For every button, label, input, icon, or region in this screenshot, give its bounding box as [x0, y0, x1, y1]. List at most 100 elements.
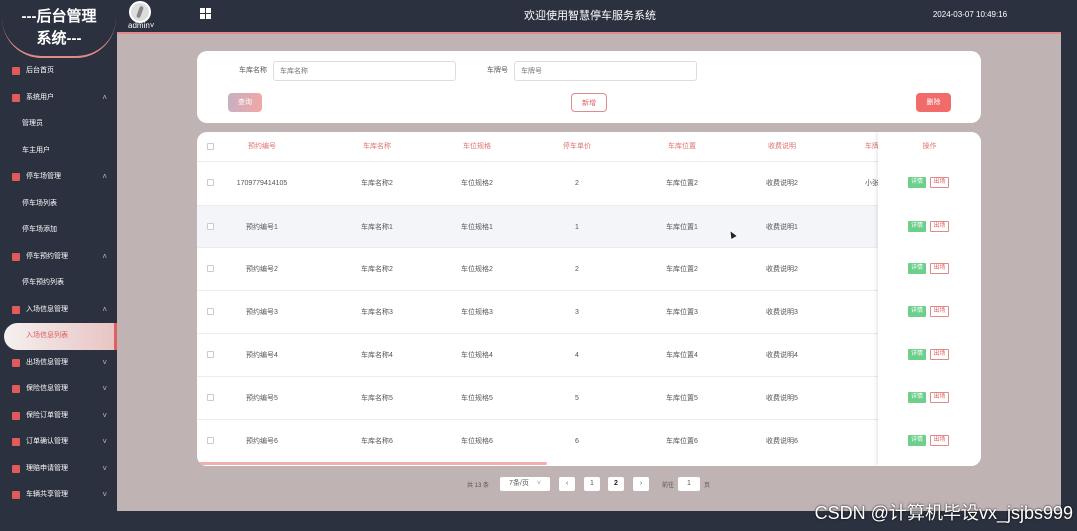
page-1-button[interactable]: 1: [584, 477, 600, 491]
sidebar-item-5[interactable]: 停车场列表: [0, 191, 117, 218]
add-button[interactable]: 新增: [571, 93, 607, 112]
exit-button[interactable]: 出场: [930, 435, 949, 446]
exit-button[interactable]: 出场: [930, 349, 949, 360]
exit-button[interactable]: 出场: [930, 306, 949, 317]
table-cell: 车位规格6: [461, 438, 493, 445]
table-cell: 车位规格2: [461, 180, 493, 187]
table-cell: 收费说明2: [766, 180, 798, 187]
chevron-up-icon: ˄: [102, 172, 107, 181]
next-page-button[interactable]: ›: [633, 477, 649, 491]
exit-button[interactable]: 出场: [930, 221, 949, 232]
sidebar-item-1[interactable]: 系统用户 ˄: [0, 85, 117, 112]
sidebar-item-12[interactable]: 保险信息管理 ˅: [0, 376, 117, 403]
row-checkbox[interactable]: [207, 351, 214, 358]
sidebar-item-label: 停车场管理: [26, 173, 61, 180]
row-checkbox[interactable]: [207, 265, 214, 272]
goto-prefix: 前往: [662, 483, 675, 489]
table-row[interactable]: 预约编号6 车库名称6 车位规格6 6 车库位置6 收费说明6: [197, 419, 981, 462]
table-cell: 预约编号1: [246, 224, 278, 231]
sidebar-item-2[interactable]: 管理员: [0, 111, 117, 138]
sidebar-item-15[interactable]: 理赔申请管理 ˅: [0, 456, 117, 483]
row-actions: 详情 出场: [908, 221, 958, 233]
row-checkbox[interactable]: [207, 437, 214, 444]
detail-button[interactable]: 详情: [908, 263, 926, 274]
garage-name-label: 车库名称: [239, 67, 267, 74]
page-size-value: 7条/页: [509, 480, 529, 487]
garage-name-input[interactable]: [273, 61, 456, 81]
prev-page-button[interactable]: ‹: [559, 477, 575, 491]
goto-page-input[interactable]: 1: [678, 477, 700, 491]
table-cell: 车位规格1: [461, 224, 493, 231]
row-actions: 详情 出场: [908, 349, 958, 361]
sidebar-item-16[interactable]: 车辆共享管理 ˅: [0, 482, 117, 509]
operation-column: 操作 详情 出场 详情 出场 详情 出场 详情 出场 详情 出场 详情 出场 详情 出场: [878, 132, 981, 466]
table-cell: 收费说明4: [766, 352, 798, 359]
table-row[interactable]: 预约编号1 车库名称1 车位规格1 1 车库位置1 收费说明1: [197, 205, 981, 248]
sidebar-item-7[interactable]: 停车预约管理 ˄: [0, 244, 117, 271]
sidebar-item-8[interactable]: 停车预约列表: [0, 270, 117, 297]
logo: ---后台管理 系统---: [2, 0, 116, 58]
detail-button[interactable]: 详情: [908, 221, 926, 232]
user-menu[interactable]: admin˅: [128, 21, 154, 30]
table-row[interactable]: 预约编号3 车库名称3 车位规格3 3 车库位置3 收费说明3: [197, 290, 981, 333]
detail-button[interactable]: 详情: [908, 306, 926, 317]
row-checkbox[interactable]: [207, 179, 214, 186]
table-row[interactable]: 预约编号5 车库名称5 车位规格5 5 车库位置5 收费说明5: [197, 376, 981, 419]
sidebar-item-14[interactable]: 订单确认管理 ˅: [0, 429, 117, 456]
exit-button[interactable]: 出场: [930, 263, 949, 274]
page-2-button[interactable]: 2: [608, 477, 624, 491]
sidebar-item-label: 停车场列表: [22, 199, 57, 207]
detail-button[interactable]: 详情: [908, 435, 926, 446]
grid-menu-icon[interactable]: [200, 8, 211, 19]
table-cell: 车库位置2: [666, 266, 698, 273]
main-content: 车库名称 车牌号 查询 新增 删除 预约编号车库名称车位规格停车单价车库位置收费…: [117, 32, 1061, 511]
table-row[interactable]: 预约编号4 车库名称4 车位规格4 4 车库位置4 收费说明4: [197, 333, 981, 376]
row-checkbox[interactable]: [207, 394, 214, 401]
row-actions: 详情 出场: [908, 306, 958, 318]
checkbox-menu-icon: [12, 411, 20, 420]
top-bar: admin˅ 欢迎使用智慧停车服务系统 2024-03-07 10:49:16: [0, 0, 1077, 32]
detail-button[interactable]: 详情: [908, 349, 926, 360]
query-button[interactable]: 查询: [228, 93, 262, 112]
delete-button[interactable]: 删除: [916, 93, 951, 112]
sidebar-item-3[interactable]: 车主用户: [0, 138, 117, 165]
sidebar-item-10[interactable]: 入场信息列表: [4, 323, 117, 350]
select-all-checkbox[interactable]: [207, 143, 214, 150]
exit-button[interactable]: 出场: [930, 392, 949, 403]
exit-button[interactable]: 出场: [930, 177, 949, 188]
sidebar-item-0[interactable]: 后台首页: [0, 58, 117, 85]
goto-suffix: 页: [704, 483, 711, 489]
page-size-select[interactable]: 7条/页 ˅: [500, 477, 550, 491]
table-row[interactable]: 预约编号2 车库名称2 车位规格2 2 车库位置2 收费说明2: [197, 247, 981, 290]
table-cell: 车库名称5: [361, 395, 393, 402]
sidebar-item-11[interactable]: 出场信息管理 ˅: [0, 350, 117, 377]
checkbox-menu-icon: [12, 173, 20, 181]
sidebar-item-label: 车主用户: [22, 146, 50, 154]
chevron-down-icon: ˅: [536, 480, 541, 487]
sidebar-item-4[interactable]: 停车场管理 ˄: [0, 164, 117, 191]
sidebar-item-6[interactable]: 停车场添加: [0, 217, 117, 244]
sidebar-item-9[interactable]: 入场信息管理 ˄: [0, 297, 117, 324]
table-row[interactable]: 1709779414105 车库名称2 车位规格2 2 车库位置2 收费说明2 小张: [197, 161, 981, 204]
avatar[interactable]: [129, 1, 151, 23]
sidebar-item-label: 保险信息管理: [26, 385, 68, 392]
column-header: 车库名称: [363, 143, 391, 150]
row-checkbox[interactable]: [207, 308, 214, 315]
horizontal-scrollbar[interactable]: [197, 462, 547, 465]
table-cell: 车库名称1: [361, 224, 393, 231]
table-cell: 4: [575, 352, 579, 359]
sidebar-item-label: 车辆共享管理: [26, 491, 68, 498]
detail-button[interactable]: 详情: [908, 177, 926, 188]
sidebar-item-13[interactable]: 保险订单管理 ˅: [0, 403, 117, 430]
row-checkbox[interactable]: [207, 223, 214, 230]
detail-button[interactable]: 详情: [908, 392, 926, 403]
table-cell: 预约编号4: [246, 352, 278, 359]
table-cell: 1709779414105: [236, 180, 288, 187]
home-icon: [12, 67, 20, 75]
table-cell: 车库位置2: [666, 180, 698, 187]
sidebar-item-label: 订单确认管理: [26, 438, 68, 445]
plate-input[interactable]: [514, 61, 697, 81]
chevron-down-icon: ˅: [149, 21, 155, 30]
column-header: 车库位置: [668, 143, 696, 150]
table-cell: 预约编号6: [246, 438, 278, 445]
